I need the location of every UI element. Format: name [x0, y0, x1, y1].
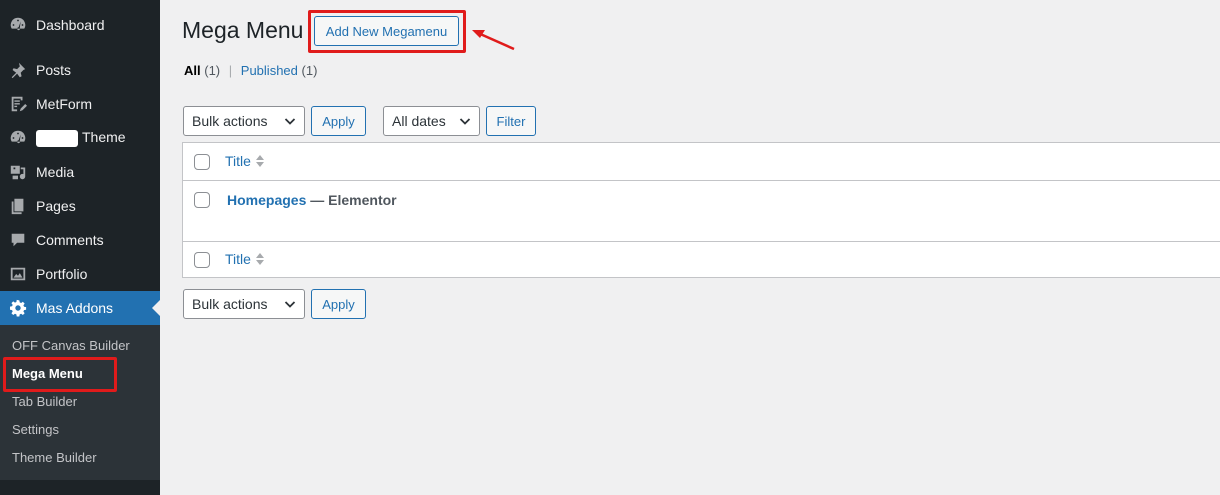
select-all-checkbox-bottom[interactable] [194, 252, 210, 268]
column-title-sort-bottom[interactable]: Title [225, 251, 265, 267]
sidebar-item-portfolio[interactable]: Portfolio [0, 257, 160, 291]
submenu-item-off-canvas-builder[interactable]: OFF Canvas Builder [0, 332, 160, 360]
column-title-sort[interactable]: Title [225, 153, 265, 169]
bulk-actions-value: Bulk actions [192, 113, 268, 129]
submenu-item-tab-builder[interactable]: Tab Builder [0, 388, 160, 416]
dates-filter-value: All dates [392, 113, 446, 129]
submenu-item-theme-builder[interactable]: Theme Builder [0, 444, 160, 472]
column-title-label: Title [225, 251, 251, 267]
palette-icon [0, 129, 36, 147]
sort-arrows-icon [255, 155, 264, 167]
column-title-label: Title [225, 153, 251, 169]
dashboard-icon [0, 16, 36, 34]
comment-icon [0, 231, 36, 249]
sidebar-item-posts[interactable]: Posts [0, 53, 160, 87]
sidebar-item-theme[interactable]: Theme [0, 121, 160, 155]
redacted-block [36, 129, 78, 147]
select-all-checkbox[interactable] [194, 154, 210, 170]
sidebar-item-label: Dashboard [36, 17, 105, 33]
table-footer-row: Title [183, 241, 1220, 278]
view-separator: | [228, 63, 233, 78]
sort-arrows-icon [255, 253, 264, 265]
chevron-down-icon [284, 301, 296, 308]
view-published-link[interactable]: Published [241, 63, 298, 78]
filter-button[interactable]: Filter [486, 106, 536, 136]
row-checkbox[interactable] [194, 192, 210, 208]
post-title-cell: Homepages — Elementor [227, 192, 397, 208]
post-title-link[interactable]: Homepages [227, 192, 306, 208]
bulk-actions-select-bottom[interactable]: Bulk actions [183, 289, 305, 319]
main-content: Mega Menu Add New Megamenu All (1) | Pub… [160, 0, 1220, 495]
sidebar-item-label: Mas Addons [36, 300, 114, 316]
page-title: Mega Menu [182, 17, 304, 43]
sidebar-item-label: MetForm [36, 96, 92, 112]
sidebar-item-dashboard[interactable]: Dashboard [0, 8, 160, 42]
annotation-arrow-icon [472, 30, 515, 51]
sidebar-item-mas-addons[interactable]: Mas Addons [0, 291, 160, 325]
pages-icon [0, 197, 36, 215]
table-header-row: Title [183, 143, 1220, 181]
sidebar-item-metform[interactable]: MetForm [0, 87, 160, 121]
sidebar-item-label: Media [36, 164, 75, 180]
sidebar-item-label: Comments [36, 232, 104, 248]
portfolio-icon [0, 265, 36, 283]
post-state: — Elementor [306, 192, 397, 208]
view-all-count: (1) [204, 63, 221, 78]
gear-icon [0, 299, 36, 317]
apply-button-top[interactable]: Apply [311, 106, 366, 136]
chevron-down-icon [459, 118, 471, 125]
bulk-actions-select-top[interactable]: Bulk actions [183, 106, 305, 136]
sidebar-item-label: Theme [82, 129, 126, 146]
dates-filter-select[interactable]: All dates [383, 106, 480, 136]
sidebar-item-comments[interactable]: Comments [0, 223, 160, 257]
posts-table: Title Homepages — Elementor Title [182, 142, 1220, 278]
chevron-down-icon [284, 118, 296, 125]
bulk-actions-value: Bulk actions [192, 296, 268, 312]
media-icon [0, 163, 36, 181]
submenu-item-settings[interactable]: Settings [0, 416, 160, 444]
sidebar-item-label: Portfolio [36, 266, 88, 282]
view-published-count: (1) [301, 63, 318, 78]
sidebar-item-label: Posts [36, 62, 72, 78]
status-views: All (1) | Published (1) [184, 63, 317, 78]
highlight-box-mega-menu [3, 357, 117, 392]
admin-menu: Dashboard Posts MetForm Theme Media Page… [0, 0, 160, 325]
sidebar-item-media[interactable]: Media [0, 155, 160, 189]
form-icon [0, 95, 36, 113]
pin-icon [0, 61, 36, 79]
table-row: Homepages — Elementor [183, 181, 1220, 241]
admin-sidebar: Dashboard Posts MetForm Theme Media Page… [0, 0, 160, 495]
apply-button-bottom[interactable]: Apply [311, 289, 366, 319]
mas-addons-submenu: OFF Canvas Builder Mega Menu Tab Builder… [0, 325, 160, 480]
view-all-link[interactable]: All [184, 63, 201, 78]
sidebar-item-label: Pages [36, 198, 76, 214]
add-new-megamenu-button[interactable]: Add New Megamenu [314, 16, 459, 46]
sidebar-item-pages[interactable]: Pages [0, 189, 160, 223]
